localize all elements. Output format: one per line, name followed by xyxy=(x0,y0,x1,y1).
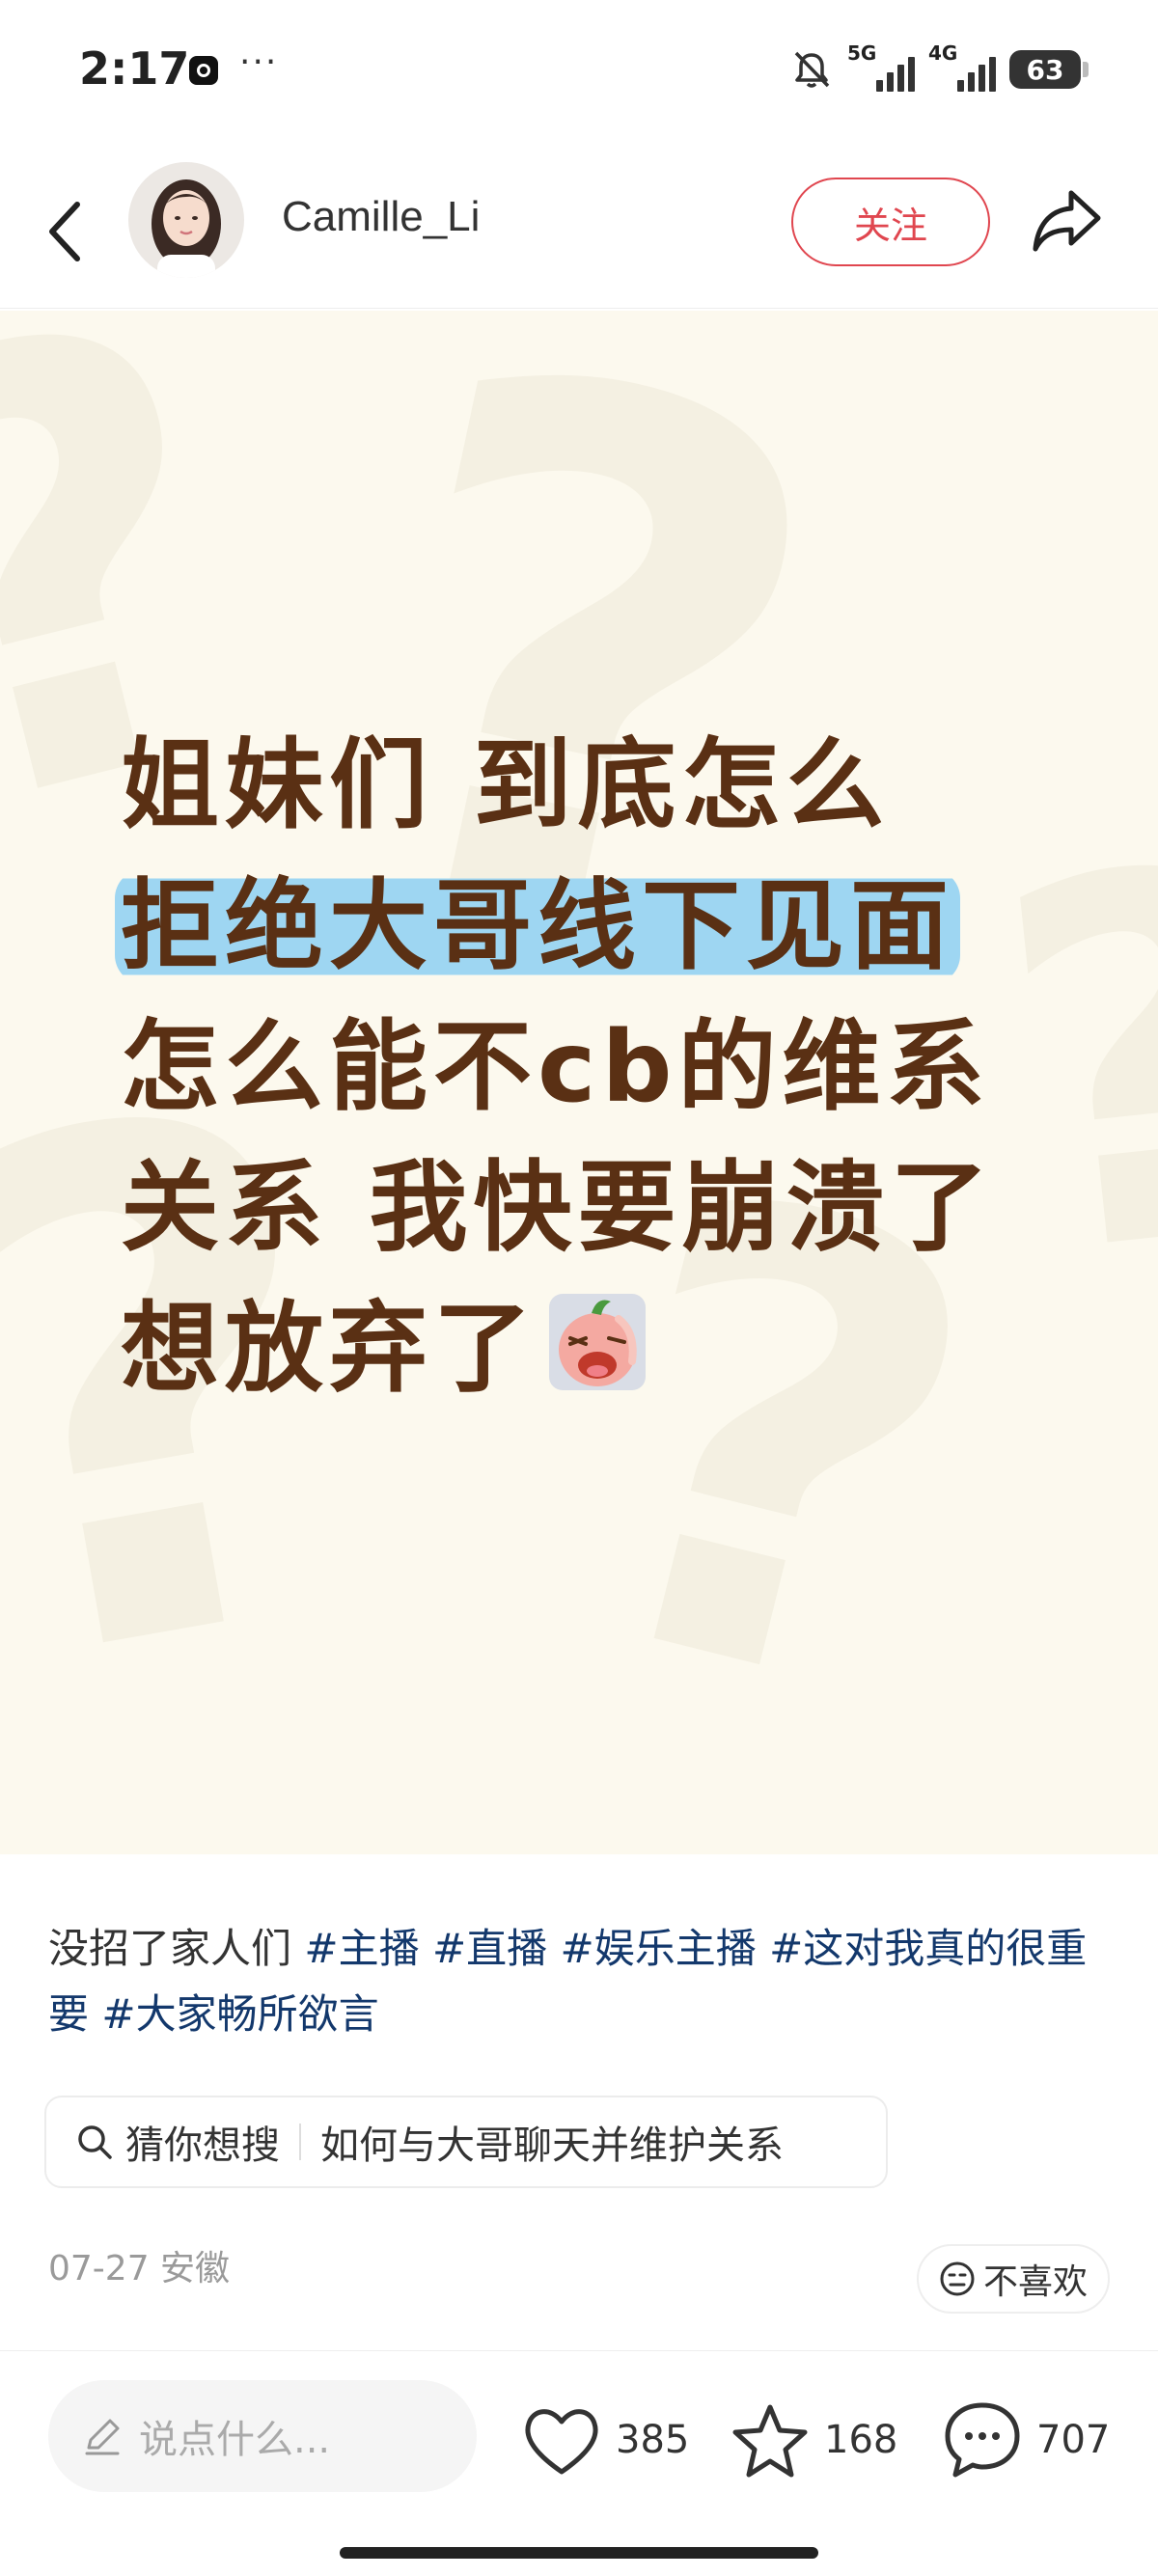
search-suggestion-query: 如何与大哥聊天并维护关系 xyxy=(320,2124,784,2168)
network-label-4g: 4G xyxy=(928,41,958,65)
like-button[interactable]: 385 xyxy=(521,2399,689,2480)
dislike-button[interactable]: 不喜欢 xyxy=(917,2244,1110,2314)
share-icon[interactable] xyxy=(1031,187,1104,255)
heart-icon xyxy=(525,2409,598,2475)
hashtag[interactable]: #直播 xyxy=(432,1925,547,1972)
signal-5g-icon: 5G xyxy=(847,41,915,94)
search-suggestion[interactable]: 猜你想搜 如何与大哥聊天并维护关系 xyxy=(44,2096,888,2188)
hashtag[interactable]: #主播 xyxy=(304,1925,419,1972)
battery-icon: 63 xyxy=(1009,50,1089,89)
pencil-icon xyxy=(85,2419,120,2455)
search-icon xyxy=(78,2125,112,2159)
hashtag[interactable]: #娱乐主播 xyxy=(561,1925,757,1972)
signal-4g-icon: 4G xyxy=(928,41,996,94)
home-indicator[interactable] xyxy=(340,2547,818,2559)
status-indicators: 5G 4G 63 xyxy=(789,41,1089,98)
network-label-5g: 5G xyxy=(847,41,877,65)
neutral-face-icon xyxy=(940,2261,975,2296)
favorite-button[interactable]: 168 xyxy=(730,2399,897,2480)
follow-button[interactable]: 关注 xyxy=(791,178,990,266)
back-icon[interactable] xyxy=(41,193,89,270)
crying-face-emoji-icon xyxy=(549,1294,646,1390)
post-text-line: 想放弃了 xyxy=(121,1292,538,1407)
favorite-count: 168 xyxy=(824,2418,898,2462)
like-count: 385 xyxy=(616,2418,690,2462)
mute-icon xyxy=(794,51,830,88)
battery-level: 63 xyxy=(1026,53,1064,86)
status-time: 2:17 xyxy=(79,42,190,95)
status-bar: 2:17 ··· 5G 4G 63 xyxy=(0,0,1158,145)
post-caption: 没招了家人们 #主播 #直播 #娱乐主播 #这对我真的很重要 #大家畅所欲言 xyxy=(48,1916,1119,2047)
comment-button[interactable]: 707 xyxy=(942,2399,1110,2480)
author-username[interactable]: Camille_Li xyxy=(282,193,480,241)
bottom-action-bar: 说点什么... 385 168 707 xyxy=(0,2350,1158,2576)
post-text-line: 怎么能不cb的维系 xyxy=(121,1010,991,1125)
post-text-line: 关系 我快要崩溃了 xyxy=(121,1151,995,1266)
post-image-text: 姐妹们 到底怎么 拒绝大哥线下见面 怎么能不cb的维系 关系 我快要崩溃了 想放… xyxy=(115,716,995,1420)
comment-input[interactable]: 说点什么... xyxy=(48,2380,477,2492)
comment-bubble-icon xyxy=(945,2402,1020,2478)
star-icon xyxy=(732,2404,808,2478)
author-avatar[interactable] xyxy=(128,162,244,278)
comment-count: 707 xyxy=(1036,2418,1111,2462)
post-image[interactable]: ? ? ? ? ? 姐妹们 到底怎么 拒绝大哥线下见面 怎么能不cb的维系 关系… xyxy=(0,311,1158,1854)
post-text-line-highlighted: 拒绝大哥线下见面 xyxy=(115,869,960,984)
dislike-label: 不喜欢 xyxy=(982,2262,1088,2302)
caption-text: 没招了家人们 xyxy=(48,1925,292,1972)
more-notifications-icon: ··· xyxy=(239,42,279,82)
search-suggestion-label: 猜你想搜 xyxy=(125,2124,280,2168)
divider xyxy=(299,2124,301,2160)
post-text-line: 姐妹们 到底怎么 xyxy=(121,728,891,843)
hashtag[interactable]: #大家畅所欲言 xyxy=(101,1990,378,2038)
app-notification-icon xyxy=(189,56,218,85)
comment-placeholder: 说点什么... xyxy=(139,2418,331,2462)
post-date-location: 07-27 安徽 xyxy=(48,2249,231,2288)
